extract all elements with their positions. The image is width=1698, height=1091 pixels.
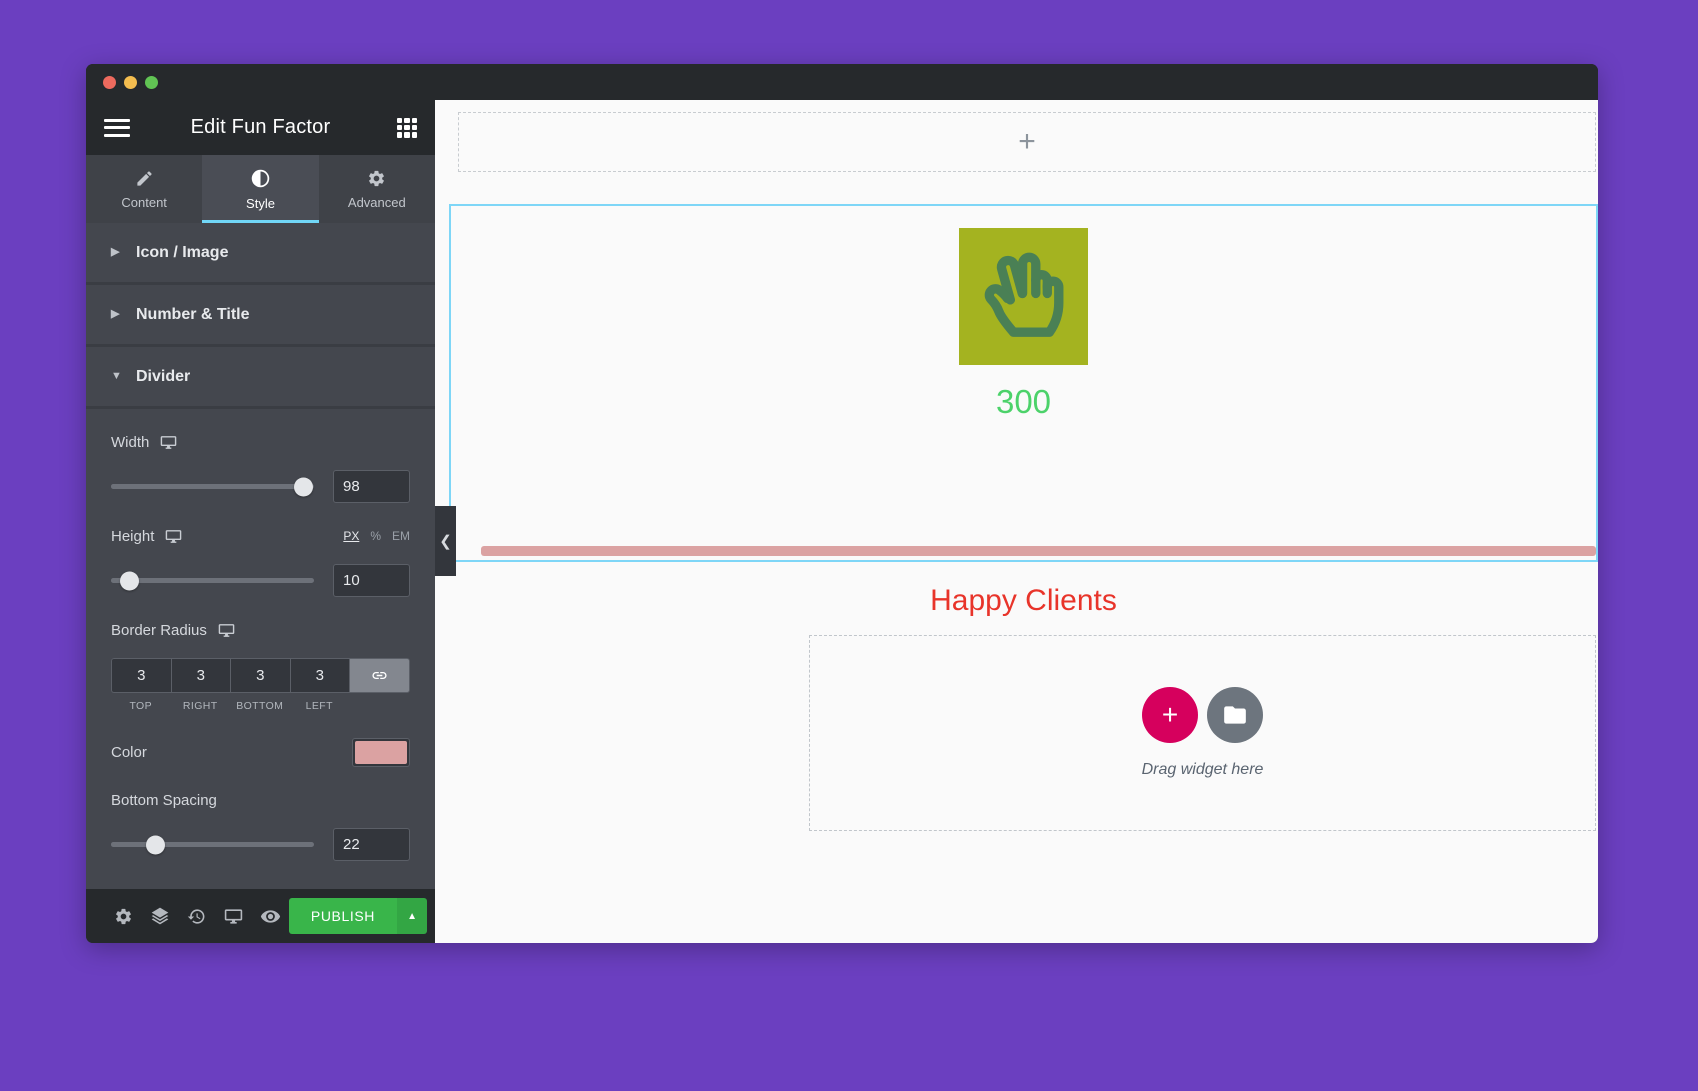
plus-circle-icon[interactable]: + [1142,687,1198,743]
border-radius-top: TOP [111,658,171,712]
desktop-icon[interactable] [160,434,177,451]
drop-area-hint: Drag widget here [1141,761,1264,778]
fun-factor-title: Happy Clients [930,584,1117,617]
section-number-title-label: Number & Title [136,305,250,323]
border-radius-right: RIGHT [170,658,230,712]
contrast-icon [250,168,271,189]
border-radius-bottom-input[interactable] [230,658,290,693]
border-radius-right-label: RIGHT [182,700,218,712]
window-titlebar [86,64,1598,100]
tab-content[interactable]: Content [86,155,202,223]
publish-group: PUBLISH ▲ [288,898,428,934]
navigator-layers-icon[interactable] [142,889,179,943]
fun-factor-number: 300 [995,383,1052,420]
link-chain-icon[interactable] [349,658,410,693]
border-radius-top-input[interactable] [111,658,171,693]
bottom-spacing-input[interactable] [333,828,410,861]
control-bottom-spacing: Bottom Spacing [111,767,410,861]
divider-color-picker[interactable] [352,738,410,767]
editor-window: Edit Fun Factor Content Style Advanced ▶… [86,64,1598,943]
drop-widget-area[interactable]: + Drag widget here [809,635,1596,831]
plus-icon[interactable]: + [1018,127,1036,157]
chevron-right-icon: ▶ [111,308,120,320]
border-radius-left: LEFT [289,658,349,712]
unit-px[interactable]: PX [343,529,359,543]
border-radius-right-input[interactable] [170,658,230,693]
section-icon-image-label: Icon / Image [136,243,229,261]
window-maximize-button[interactable] [145,75,158,89]
caret-up-icon[interactable]: ▲ [397,898,428,934]
fun-factor-divider [481,546,1596,556]
panel-title: Edit Fun Factor [190,116,331,138]
widgets-grid-icon[interactable] [397,117,417,138]
hamburger-menu-icon[interactable] [104,118,130,137]
divider-color-swatch [355,741,407,764]
tab-advanced[interactable]: Advanced [319,155,435,223]
width-slider-knob[interactable] [294,477,314,496]
selected-section[interactable]: 300 Happy Clients [449,204,1598,617]
chevron-left-icon[interactable]: ❮ [435,506,456,576]
canvas-area: ❮ + 300 Happy Clients + Drag widget here [435,100,1598,943]
control-color-label: Color [111,744,147,761]
control-width-label: Width [111,433,150,451]
unit-percent[interactable]: % [370,529,381,543]
gear-icon [367,169,386,188]
height-slider-knob[interactable] [119,571,139,590]
desktop-icon[interactable] [165,528,182,545]
section-number-title[interactable]: ▶ Number & Title [86,285,435,347]
border-radius-left-label: LEFT [305,700,333,712]
width-input[interactable] [333,470,410,503]
chevron-right-icon: ▶ [111,246,120,258]
tab-content-label: Content [121,194,167,210]
panel-header: Edit Fun Factor [86,100,435,155]
border-radius-bottom: BOTTOM [230,658,290,712]
panel-footer: PUBLISH ▲ [86,889,435,943]
bottom-spacing-slider[interactable] [111,835,314,854]
control-width: Width [111,409,410,503]
control-border-radius: Border Radius TOP [111,597,410,712]
width-slider[interactable] [111,477,314,496]
divider-controls: Width 98 Height PX % EM 10 Border Radius… [86,409,435,879]
publish-button[interactable]: PUBLISH [288,898,398,934]
unit-em[interactable]: EM [392,529,410,543]
height-slider[interactable] [111,571,314,590]
panel-sections: ▶ Icon / Image ▶ Number & Title ▼ Divide… [86,223,435,889]
pencil-icon [135,169,154,188]
responsive-desktop-icon[interactable] [215,889,252,943]
history-revisions-icon[interactable] [179,889,216,943]
control-height-label: Height [111,527,155,545]
drop-area-buttons: + [1142,687,1263,743]
hand-peace-icon [959,228,1088,365]
editor-panel: Edit Fun Factor Content Style Advanced ▶… [86,100,435,943]
bottom-spacing-slider-knob[interactable] [146,835,166,854]
window-minimize-button[interactable] [124,75,137,89]
add-section-area[interactable]: + [458,112,1596,172]
control-divider-color: Color [111,738,410,767]
section-icon-image[interactable]: ▶ Icon / Image [86,223,435,285]
window-close-button[interactable] [103,75,116,89]
tab-style-label: Style [246,195,275,211]
section-divider[interactable]: ▼ Divider [86,347,435,409]
border-radius-fields: TOP RIGHT BOTTOM [111,658,410,712]
chevron-down-icon: ▼ [111,370,122,382]
control-height: Height PX % EM [111,503,410,597]
tab-style[interactable]: Style [202,155,319,223]
border-radius-top-label: TOP [129,700,153,712]
control-bottom-spacing-label: Bottom Spacing [111,791,217,809]
section-divider-label: Divider [136,367,191,385]
desktop-icon[interactable] [218,622,235,639]
fun-factor-widget[interactable]: 300 [451,228,1596,421]
control-border-radius-label: Border Radius [111,621,207,639]
height-input[interactable] [333,564,410,597]
settings-gear-icon[interactable] [105,889,142,943]
panel-tabs: Content Style Advanced [86,155,435,223]
folder-icon[interactable] [1207,687,1263,743]
tab-advanced-label: Advanced [347,194,406,210]
border-radius-left-input[interactable] [289,658,349,693]
border-radius-bottom-label: BOTTOM [236,700,284,712]
height-unit-switcher: PX % EM [343,529,410,543]
preview-eye-icon[interactable] [252,889,289,943]
window-body: Edit Fun Factor Content Style Advanced ▶… [86,100,1598,943]
